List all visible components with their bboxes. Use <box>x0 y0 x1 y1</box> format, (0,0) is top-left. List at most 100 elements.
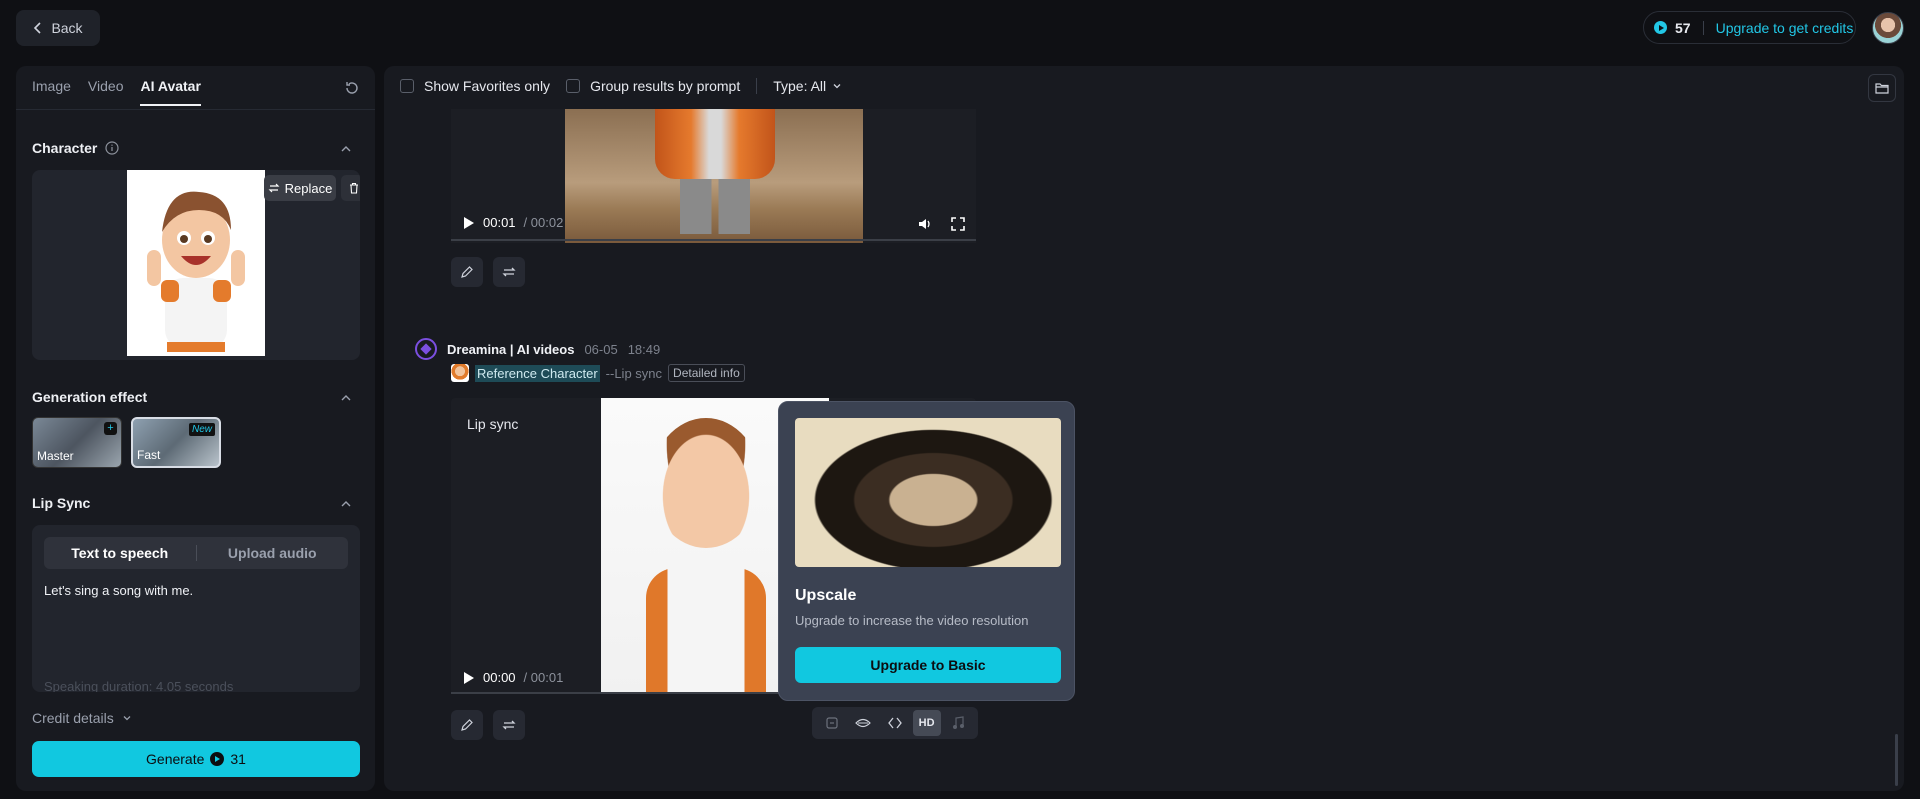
video-player-1[interactable]: 00:01 / 00:02 <box>451 109 976 243</box>
type-filter-dropdown[interactable]: Type: All <box>773 78 842 94</box>
generation-effect-title: Generation effect <box>32 389 148 405</box>
total-time: / 00:02 <box>523 215 564 230</box>
credit-icon <box>1654 21 1667 34</box>
chevron-up-icon[interactable] <box>340 392 352 404</box>
tab-video[interactable]: Video <box>88 78 124 106</box>
chevron-up-icon[interactable] <box>340 498 352 510</box>
new-badge: New <box>188 423 215 436</box>
credit-count: 57 <box>1675 19 1691 36</box>
reference-character-link[interactable]: Reference Character <box>475 364 600 382</box>
credits-pill[interactable]: 57 Upgrade to get credits <box>1643 11 1856 44</box>
interpolate-icon[interactable] <box>818 710 846 736</box>
favorites-checkbox[interactable] <box>400 79 414 93</box>
effect-fast-option[interactable]: New Fast <box>131 417 221 468</box>
legs-shape <box>680 179 750 234</box>
lip-sync-mode-toggle: Text to speech Upload audio <box>44 537 348 569</box>
generate-cost: 31 <box>230 751 246 767</box>
back-button[interactable]: Back <box>16 10 100 46</box>
lip-icon[interactable] <box>849 710 877 736</box>
credit-icon <box>210 752 225 766</box>
progress-track[interactable] <box>451 239 976 241</box>
replace-button[interactable]: Replace <box>264 175 336 201</box>
type-filter-label: Type: All <box>773 78 827 94</box>
info-icon[interactable] <box>105 141 119 155</box>
tab-image[interactable]: Image <box>32 78 71 106</box>
tab-ai-avatar[interactable]: AI Avatar <box>140 78 201 106</box>
volume-icon[interactable] <box>918 217 934 231</box>
chevron-down-icon <box>123 716 131 721</box>
replace-label: Replace <box>284 180 333 196</box>
current-time: 00:01 <box>483 215 516 230</box>
generate-button[interactable]: Generate 31 <box>32 741 360 777</box>
divider <box>1702 20 1704 35</box>
speaking-duration: Speaking duration: 4.05 seconds <box>44 679 234 692</box>
reference-thumbnail <box>451 364 469 382</box>
folder-icon <box>1875 83 1889 94</box>
fullscreen-icon[interactable] <box>951 217 965 231</box>
swap-icon <box>268 183 280 193</box>
upscale-popover: Upscale Upgrade to increase the video re… <box>778 401 1075 701</box>
lip-sync-panel: Text to speech Upload audio Let's sing a… <box>32 525 360 692</box>
video-controls: 00:01 / 00:02 <box>463 215 563 230</box>
pencil-icon <box>461 266 473 278</box>
video-controls: 00:00 / 00:01 <box>463 670 563 685</box>
upgrade-credits-link[interactable]: Upgrade to get credits <box>1716 20 1854 36</box>
mode-tag: --Lip sync <box>605 365 663 381</box>
video-tools: HD <box>812 707 978 739</box>
video-frame <box>565 109 863 243</box>
swap-icon <box>502 720 516 730</box>
character-head-shape <box>651 418 761 548</box>
music-icon[interactable] <box>944 710 972 736</box>
generate-label: Generate <box>146 751 205 767</box>
play-icon[interactable] <box>463 216 475 230</box>
favorites-label: Show Favorites only <box>424 78 551 94</box>
effect-master-label: Master <box>37 449 74 463</box>
effect-badge-plus: + <box>104 422 117 435</box>
total-time: / 00:01 <box>523 670 564 685</box>
group-label: Group results by prompt <box>590 78 741 94</box>
upload-audio-tab[interactable]: Upload audio <box>197 545 349 561</box>
jacket-shape <box>655 109 775 179</box>
extend-icon[interactable] <box>881 710 909 736</box>
trash-icon <box>350 182 358 194</box>
speech-text-input[interactable]: Let's sing a song with me. <box>44 583 193 598</box>
prompt-row: Reference Character --Lip sync Detailed … <box>451 364 745 382</box>
group-checkbox[interactable] <box>566 79 581 93</box>
current-time: 00:00 <box>483 670 516 685</box>
scrollbar-thumb[interactable] <box>1895 734 1898 786</box>
mode-tabs: Image Video AI Avatar <box>32 78 201 106</box>
edit-button[interactable] <box>451 257 483 287</box>
upscale-description: Upgrade to increase the video resolution <box>795 613 1029 628</box>
reset-icon[interactable] <box>344 80 360 96</box>
chevron-down-icon <box>833 84 841 89</box>
play-icon[interactable] <box>463 671 475 685</box>
text-to-speech-tab[interactable]: Text to speech <box>44 545 196 561</box>
upgrade-to-basic-button[interactable]: Upgrade to Basic <box>795 647 1061 683</box>
entry-meta: Dreamina | AI videos 06-05 18:49 <box>415 338 660 360</box>
detailed-info-button[interactable]: Detailed info <box>668 364 745 382</box>
effect-fast-label: Fast <box>137 448 161 462</box>
chevron-left-icon <box>34 22 42 34</box>
regenerate-button[interactable] <box>493 257 525 287</box>
effect-master-option[interactable]: + Master <box>32 417 122 468</box>
results-panel: Show Favorites only Group results by pro… <box>384 66 1904 791</box>
chevron-up-icon[interactable] <box>340 143 352 155</box>
hd-upscale-button[interactable]: HD <box>912 710 941 736</box>
left-panel: Image Video AI Avatar Character Replace … <box>16 66 375 791</box>
upscale-title: Upscale <box>795 587 857 604</box>
upscale-preview-image <box>795 418 1061 567</box>
folder-button[interactable] <box>1868 74 1896 102</box>
character-title: Character <box>32 140 98 156</box>
edit-button[interactable] <box>451 710 483 740</box>
character-body-shape <box>646 568 766 694</box>
back-label: Back <box>51 20 83 36</box>
divider <box>756 78 758 94</box>
filter-bar: Show Favorites only Group results by pro… <box>400 78 842 94</box>
avatar[interactable] <box>1872 12 1904 44</box>
regenerate-button[interactable] <box>493 710 525 740</box>
credit-details-label: Credit details <box>32 710 114 726</box>
credit-details-toggle[interactable]: Credit details <box>32 710 132 726</box>
character-section-title: Character <box>32 140 119 156</box>
delete-button[interactable] <box>341 175 360 201</box>
entry-date: 06-05 <box>584 341 618 357</box>
